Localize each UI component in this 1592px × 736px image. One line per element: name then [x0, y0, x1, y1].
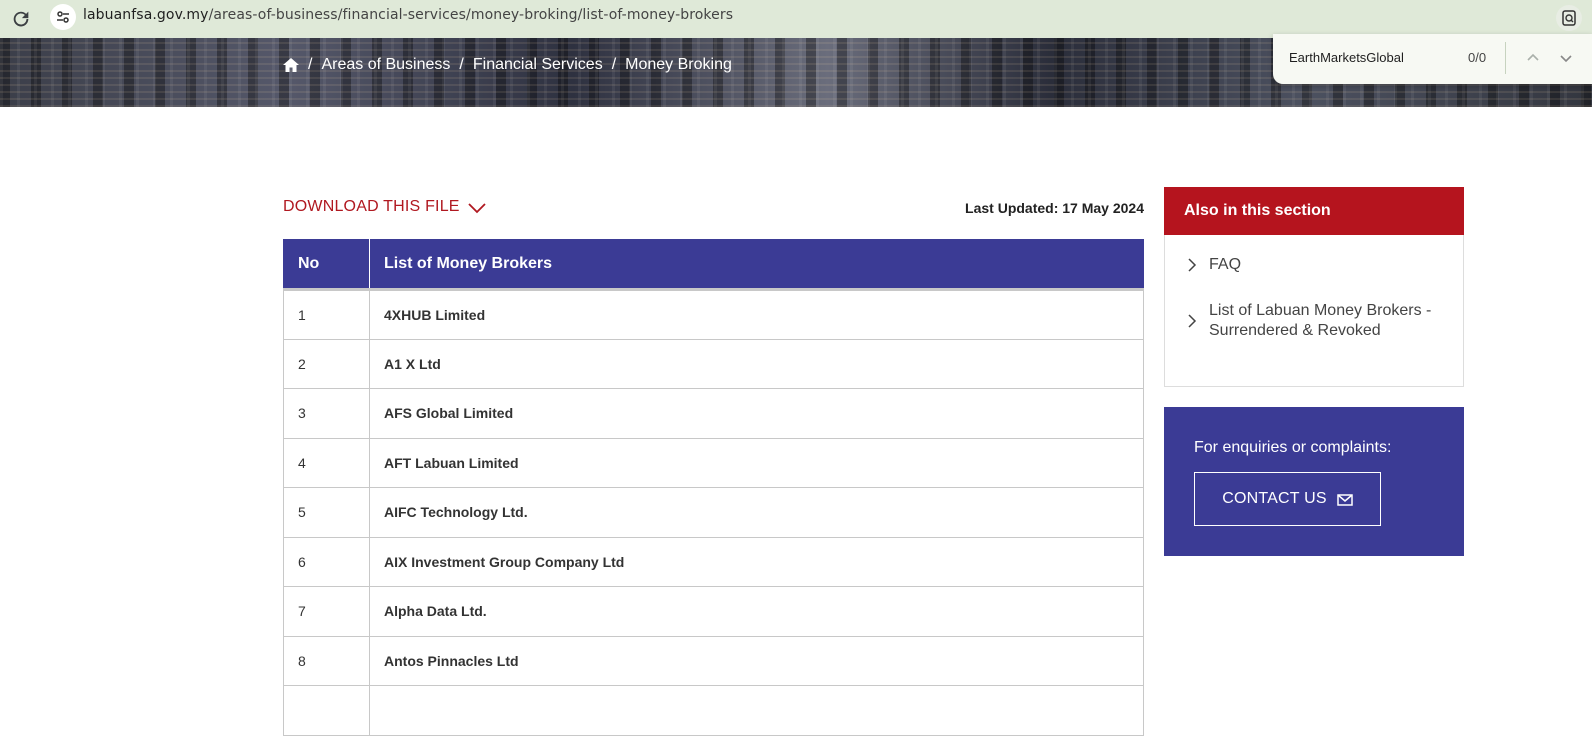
sidebar-link-faq[interactable]: FAQ — [1165, 255, 1439, 275]
url-host: labuanfsa.gov.my — [83, 7, 209, 23]
find-divider — [1505, 42, 1506, 74]
breadcrumb-areas-of-business[interactable]: Areas of Business — [321, 56, 450, 74]
sidebar-link-label: FAQ — [1209, 256, 1242, 273]
enquiries-panel: For enquiries or complaints: CONTACT US — [1164, 407, 1464, 556]
also-in-section-heading: Also in this section — [1164, 187, 1464, 235]
row-number: 5 — [283, 487, 370, 538]
breadcrumb: / Areas of Business / Financial Services… — [283, 56, 732, 74]
table-row: 8 Antos Pinnacles Ltd — [283, 635, 1144, 686]
table-header-row: No List of Money Brokers — [283, 239, 1144, 290]
row-number: 3 — [283, 388, 370, 439]
chevron-up-icon[interactable] — [1523, 48, 1543, 68]
table-row: 7 Alpha Data Ltd. — [283, 586, 1144, 637]
row-number: 1 — [283, 288, 370, 340]
row-number: 6 — [283, 536, 370, 587]
url-path: /areas-of-business/financial-services/mo… — [208, 7, 734, 23]
row-number — [283, 685, 370, 736]
find-count: 0/0 — [1468, 50, 1487, 65]
broker-name: 4XHUB Limited — [369, 288, 1144, 340]
broker-name: Alpha Data Ltd. — [369, 586, 1144, 637]
chevron-right-icon — [1187, 313, 1197, 329]
row-number: 8 — [283, 635, 370, 686]
mail-icon — [1337, 493, 1353, 506]
table-row: 5 AIFC Technology Ltd. — [283, 487, 1144, 538]
broker-name: AFT Labuan Limited — [369, 437, 1144, 488]
breadcrumb-separator: / — [611, 56, 617, 73]
find-bar: EarthMarketsGlobal 0/0 — [1273, 34, 1592, 84]
sidebar-link-label: List of Labuan Money Brokers - Surrender… — [1209, 302, 1432, 339]
search-page-icon[interactable] — [1556, 5, 1582, 31]
table-row: 6 AIX Investment Group Company Ltd — [283, 536, 1144, 587]
table-row — [283, 685, 1144, 736]
table-row: 2 A1 X Ltd — [283, 338, 1144, 389]
contact-us-label: CONTACT US — [1222, 490, 1327, 507]
home-icon[interactable] — [283, 58, 299, 72]
broker-name: AIFC Technology Ltd. — [369, 487, 1144, 538]
table-row: 1 4XHUB Limited — [283, 288, 1144, 340]
url-field[interactable]: labuanfsa.gov.my/areas-of-business/finan… — [83, 7, 733, 23]
last-updated: Last Updated: 17 May 2024 — [965, 200, 1144, 216]
download-file-label: DOWNLOAD THIS FILE — [283, 198, 460, 215]
chevron-down-icon — [468, 201, 486, 214]
breadcrumb-financial-services[interactable]: Financial Services — [473, 56, 603, 74]
breadcrumb-separator: / — [459, 56, 464, 73]
chevron-right-icon — [1187, 257, 1197, 273]
table-row: 3 AFS Global Limited — [283, 388, 1144, 439]
column-header-no: No — [283, 239, 370, 290]
enquiries-text: For enquiries or complaints: — [1194, 439, 1392, 456]
sidebar-link-surrendered-revoked[interactable]: List of Labuan Money Brokers - Surrender… — [1165, 301, 1439, 341]
reload-icon[interactable] — [10, 8, 32, 30]
row-number: 4 — [283, 437, 370, 488]
browser-address-bar: labuanfsa.gov.my/areas-of-business/finan… — [0, 0, 1592, 38]
breadcrumb-separator: / — [308, 56, 313, 73]
site-settings-icon[interactable] — [50, 4, 76, 30]
broker-name: AFS Global Limited — [369, 388, 1144, 439]
broker-name: Antos Pinnacles Ltd — [369, 635, 1144, 686]
find-input[interactable]: EarthMarketsGlobal — [1289, 50, 1404, 65]
chevron-down-icon[interactable] — [1556, 48, 1576, 68]
download-file-button[interactable]: DOWNLOAD THIS FILE — [283, 198, 486, 216]
broker-name: A1 X Ltd — [369, 338, 1144, 389]
broker-name: AIX Investment Group Company Ltd — [369, 536, 1144, 587]
breadcrumb-money-broking[interactable]: Money Broking — [625, 56, 732, 74]
column-header-brokers: List of Money Brokers — [369, 239, 1144, 290]
table-row: 4 AFT Labuan Limited — [283, 437, 1144, 488]
row-number: 2 — [283, 338, 370, 389]
row-number: 7 — [283, 586, 370, 637]
also-in-section-list: FAQ List of Labuan Money Brokers - Surre… — [1164, 235, 1464, 387]
broker-name — [369, 685, 1144, 736]
contact-us-button[interactable]: CONTACT US — [1194, 472, 1381, 526]
money-brokers-table: No List of Money Brokers 1 4XHUB Limited… — [283, 239, 1144, 736]
